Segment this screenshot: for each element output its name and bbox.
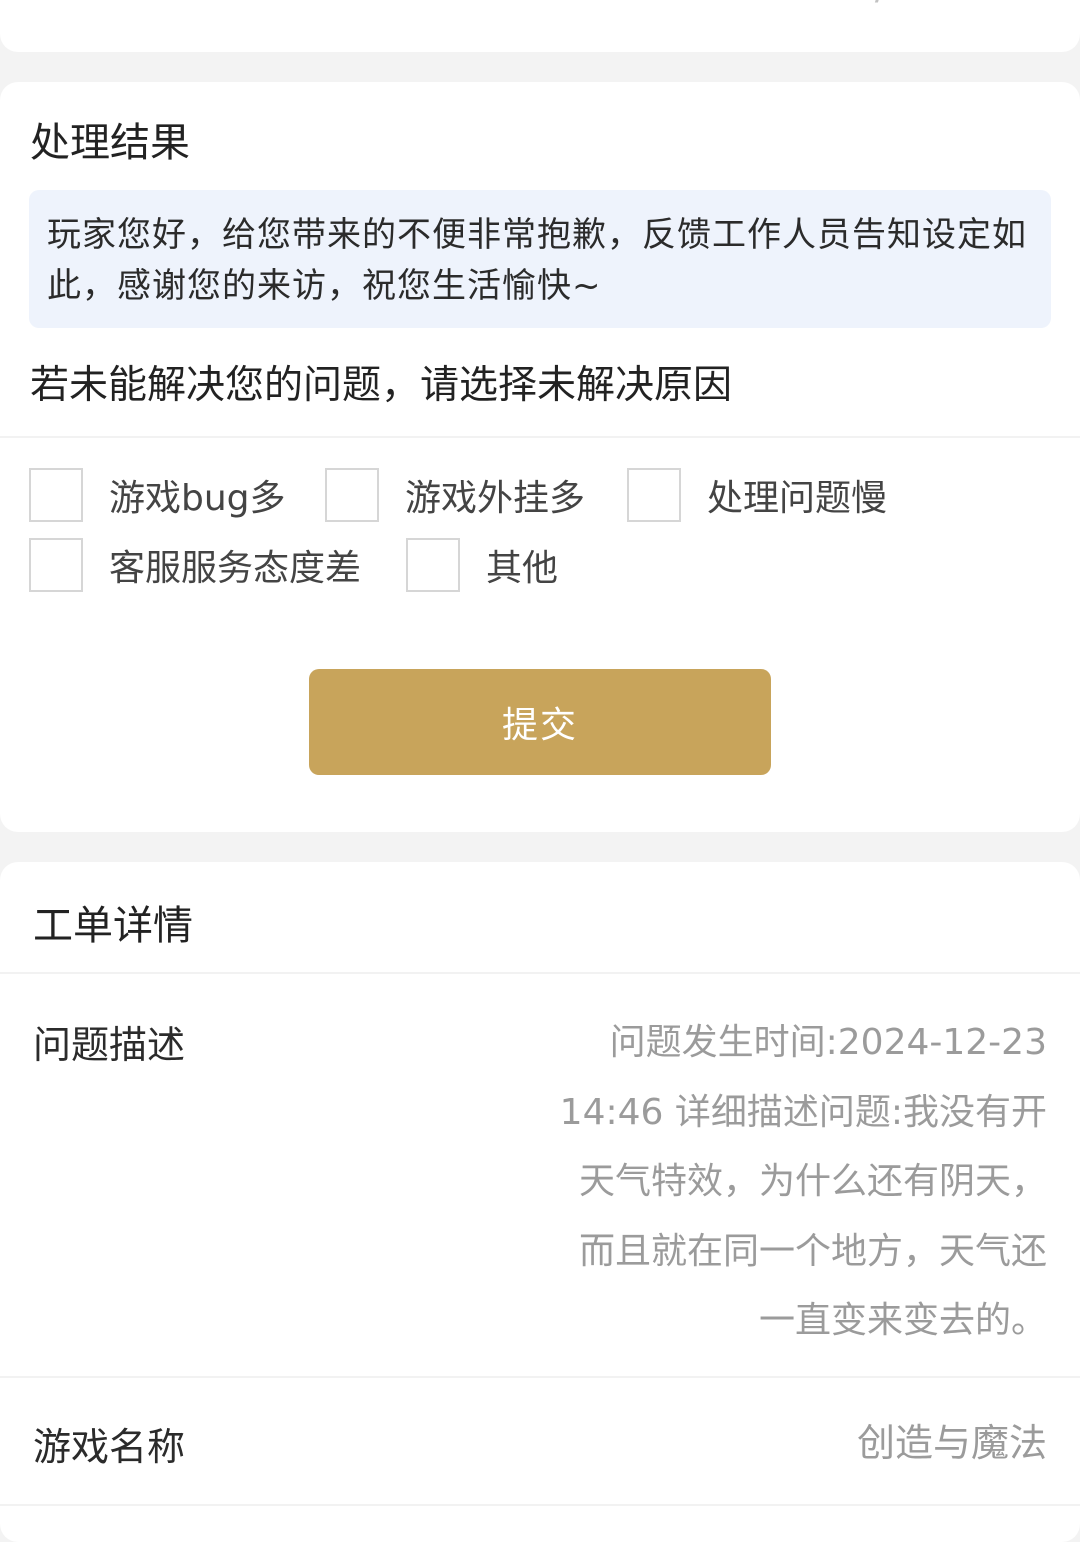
option-label: 处理问题慢 [707,478,888,519]
option-label: 游戏外挂多 [405,478,586,519]
divider [0,972,1080,974]
checkbox[interactable] [325,468,379,522]
game-name-label: 游戏名称 [33,1425,186,1469]
option-slow-handling[interactable]: 处理问题慢 [627,466,887,524]
submit-button[interactable]: 提交 [309,669,771,775]
checkbox[interactable] [406,538,460,592]
ticket-detail-card: 工单详情 问题描述 问题发生时间:2024-12-23 14:46 详细描述问题… [0,862,1080,1542]
divider [0,436,1080,438]
detail-title: 工单详情 [33,903,193,949]
description-label: 问题描述 [33,1023,186,1067]
checkbox[interactable] [29,538,83,592]
divider [0,1376,1080,1378]
option-label: 其他 [486,548,559,589]
option-other[interactable]: 其他 [406,536,558,594]
option-game-bugs[interactable]: 游戏bug多 [29,466,286,524]
submit-time: 01/02 17:06 [829,0,1048,8]
unresolved-prompt: 若未能解决您的问题，请选择未解决原因 [30,363,733,408]
checkbox[interactable] [627,468,681,522]
game-name-value: 创造与魔法 [856,1421,1047,1465]
result-title: 处理结果 [30,120,190,166]
option-cheaters[interactable]: 游戏外挂多 [325,466,585,524]
previous-card: 01/02 17:06 [0,0,1080,52]
reply-message: 玩家您好，给您带来的不便非常抱歉，反馈工作人员告知设定如此，感谢您的来访，祝您生… [29,190,1051,328]
option-label: 游戏bug多 [109,478,286,519]
description-value: 问题发生时间:2024-12-23 14:46 详细描述问题:我没有开天气特效，… [559,1022,1047,1341]
result-card: 处理结果 玩家您好，给您带来的不便非常抱歉，反馈工作人员告知设定如此，感谢您的来… [0,82,1080,832]
checkbox[interactable] [29,468,83,522]
divider [0,1504,1080,1506]
option-label: 客服服务态度差 [109,548,362,589]
option-poor-service[interactable]: 客服服务态度差 [29,536,361,594]
